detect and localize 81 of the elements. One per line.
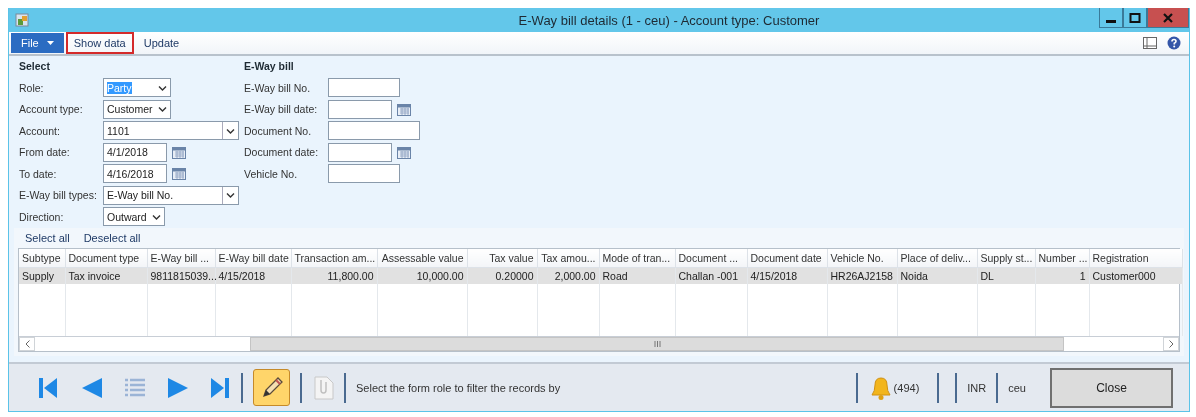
lookup-field[interactable]: E-Way bill No. [103, 185, 239, 205]
date-field[interactable]: 4/16/2018 [103, 164, 167, 184]
caret-icon [46, 41, 54, 45]
file-menu[interactable]: File [11, 33, 64, 53]
help-icon[interactable] [1167, 36, 1181, 50]
text-field[interactable] [328, 164, 400, 184]
notification-count[interactable]: (494) [893, 381, 920, 394]
company-code: ceu [1008, 381, 1026, 394]
edit-button[interactable] [253, 369, 290, 406]
column-header[interactable]: Number ... [1035, 249, 1089, 268]
close-button[interactable] [1147, 8, 1189, 28]
field-label: Role: [19, 81, 45, 94]
first-record-icon[interactable] [39, 377, 59, 398]
close-button[interactable]: Close [1050, 367, 1173, 408]
date-field[interactable] [328, 142, 392, 162]
field-label: E-Way bill No. [244, 81, 312, 94]
dropdown-field[interactable]: Customer [103, 99, 171, 119]
grid-view-icon[interactable] [125, 377, 145, 398]
field-label: From date: [19, 146, 71, 159]
minimize-button[interactable] [1099, 8, 1123, 28]
column-header[interactable]: Mode of tran... [599, 249, 675, 268]
currency-code: INR [967, 381, 987, 394]
last-record-icon[interactable] [211, 377, 231, 398]
column-header[interactable]: Vehicle No. [827, 249, 897, 268]
column-header[interactable]: Registration [1089, 249, 1182, 268]
chevron-icon [226, 192, 235, 199]
column-header[interactable]: Tax value [467, 249, 537, 268]
field-label: E-Way bill date: [244, 103, 319, 116]
field-label: Vehicle No. [244, 167, 299, 180]
field-label: Document date: [244, 146, 320, 159]
status-text: Select the form role to filter the records by [356, 381, 561, 394]
calendar-icon[interactable] [172, 167, 186, 181]
close-icon [1162, 11, 1174, 24]
text-field[interactable] [328, 121, 420, 141]
horizontal-scrollbar[interactable] [19, 336, 1179, 351]
date-field[interactable]: 4/1/2018 [103, 142, 167, 162]
grip-icon [653, 341, 661, 347]
field-label: Account type: [19, 103, 84, 116]
column-header[interactable]: Tax amou... [537, 249, 599, 268]
column-header[interactable]: Supply st... [977, 249, 1035, 268]
column-header[interactable]: Subtype [19, 249, 65, 268]
calendar-icon[interactable] [397, 145, 411, 159]
table-row[interactable]: Supply Tax invoice 9811815039...4/15/2018 11,800.00 10,000.00 0.20000 2,000.00 Road Challan -001 4/15/2018 HR26AJ2158 Noida DL 1 Customer000 [19, 267, 1182, 284]
column-header[interactable]: Transaction am... [291, 249, 377, 268]
link-button[interactable]: Deselect all [83, 232, 141, 244]
window-title: E-Way bill details (1 - ceu) - Account type: Customer [517, 12, 821, 28]
chevron-icon [158, 84, 167, 91]
chevron-icon [152, 213, 161, 220]
calendar-icon[interactable] [397, 102, 411, 116]
dropdown-field[interactable]: Outward [103, 207, 165, 227]
app-icon [15, 13, 29, 27]
next-record-icon[interactable] [168, 377, 188, 398]
field-label: Direction: [19, 210, 65, 223]
minimize-icon [1106, 20, 1116, 23]
column-header[interactable]: Place of deliv... [897, 249, 977, 268]
calendar-icon[interactable] [172, 145, 186, 159]
section-heading: E-Way bill [244, 60, 295, 74]
toolbar-button[interactable]: Show data [65, 32, 134, 54]
chevron-icon [158, 106, 167, 113]
text-field[interactable] [328, 78, 400, 98]
column-header[interactable]: E-Way bill date [215, 249, 291, 268]
date-field[interactable] [328, 99, 392, 119]
toolbar-button[interactable]: Update [135, 32, 188, 54]
column-header[interactable]: Assessable value [377, 249, 467, 268]
maximize-icon [1129, 11, 1141, 24]
chevron-icon [226, 127, 235, 134]
field-label: To date: [19, 167, 58, 180]
field-label: Document No. [244, 124, 313, 137]
column-header[interactable]: Document date [747, 249, 827, 268]
lookup-field[interactable]: 1101 [103, 121, 239, 141]
field-label: Account: [19, 124, 61, 137]
link-button[interactable]: Select all [25, 232, 70, 244]
column-header[interactable]: E-Way bill ... [147, 249, 215, 268]
section-heading: Select [19, 60, 51, 74]
layout-icon[interactable] [1143, 37, 1157, 49]
previous-record-icon[interactable] [82, 377, 102, 398]
attachment-icon[interactable] [312, 375, 334, 400]
column-header[interactable]: Document ... [675, 249, 747, 268]
field-label: E-Way bill types: [19, 189, 98, 202]
column-header[interactable]: Document type [65, 249, 147, 268]
maximize-button[interactable] [1123, 8, 1147, 28]
